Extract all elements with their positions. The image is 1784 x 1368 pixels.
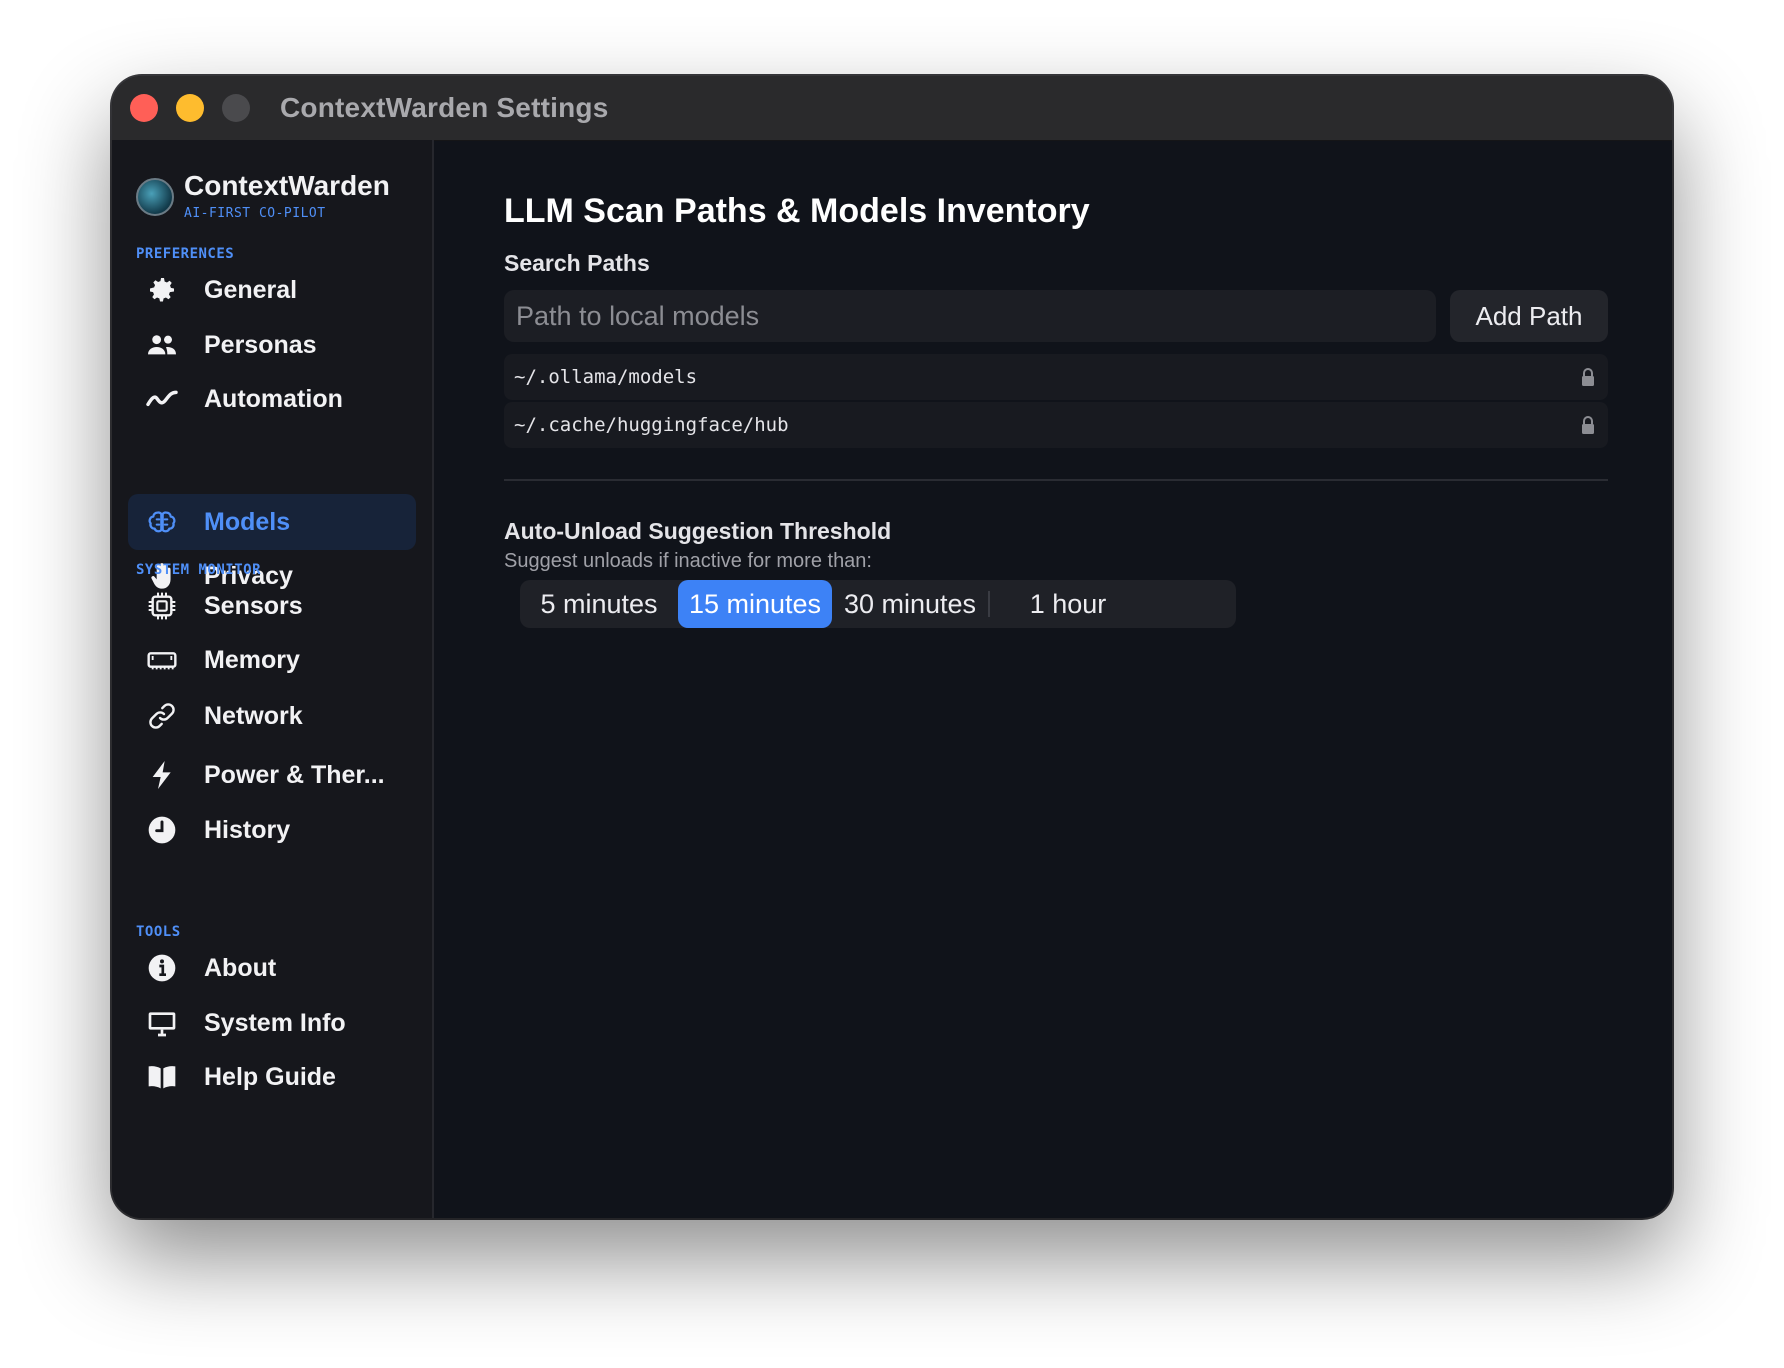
- memory-icon: [144, 642, 180, 678]
- chip-icon: [144, 588, 180, 624]
- sidebar-item-system-info[interactable]: System Info: [128, 995, 416, 1051]
- section-divider: [504, 479, 1608, 481]
- brand-name: ContextWarden: [184, 170, 390, 201]
- sidebar-item-about[interactable]: About: [128, 940, 416, 996]
- zoom-window-button[interactable]: [222, 94, 250, 122]
- section-system-monitor: SYSTEM MONITOR: [136, 562, 262, 578]
- path-text: ~/.cache/huggingface/hub: [514, 414, 789, 436]
- section-tools: TOOLS: [136, 924, 181, 940]
- minimize-window-button[interactable]: [176, 94, 204, 122]
- sidebar-item-label: Memory: [204, 645, 300, 674]
- main-content: LLM Scan Paths & Models Inventory Search…: [434, 140, 1672, 1218]
- threshold-option-15-minutes[interactable]: 15 minutes: [678, 580, 832, 628]
- sidebar-item-label: About: [204, 953, 277, 982]
- brain-icon: [144, 504, 180, 540]
- wave-icon: [144, 381, 180, 417]
- monitor-icon: [144, 1005, 180, 1041]
- sidebar: ContextWarden AI-FIRST CO-PILOT PREFEREN…: [112, 140, 434, 1218]
- lock-icon: [1582, 416, 1594, 434]
- sidebar-item-label: Automation: [204, 384, 343, 413]
- sidebar-item-personas[interactable]: Personas: [128, 317, 416, 373]
- brand-tagline: AI-FIRST CO-PILOT: [184, 206, 326, 221]
- path-row: ~/.cache/huggingface/hub: [504, 402, 1608, 448]
- sidebar-item-general[interactable]: General: [128, 262, 416, 318]
- sidebar-item-network[interactable]: Network: [128, 688, 416, 744]
- threshold-option-30-minutes[interactable]: 30 minutes: [832, 580, 988, 628]
- title-bar: ContextWarden Settings: [112, 76, 1672, 141]
- lock-icon: [1582, 368, 1594, 386]
- threshold-segmented-control: 5 minutes 15 minutes 30 minutes 1 hour: [520, 580, 1236, 628]
- sidebar-item-label: Sensors: [204, 591, 303, 620]
- path-input[interactable]: [504, 290, 1436, 342]
- people-icon: [144, 327, 180, 363]
- sidebar-item-label: Power & Ther...: [204, 760, 385, 789]
- section-preferences: PREFERENCES: [136, 246, 235, 262]
- threshold-option-1-hour[interactable]: 1 hour: [990, 580, 1146, 628]
- sidebar-item-automation[interactable]: Automation: [128, 371, 416, 427]
- settings-window: ContextWarden Settings ContextWarden AI-…: [112, 76, 1672, 1218]
- sidebar-item-help-guide[interactable]: Help Guide: [128, 1049, 416, 1105]
- sidebar-item-memory[interactable]: Memory: [128, 632, 416, 688]
- link-icon: [144, 698, 180, 734]
- sidebar-item-label: History: [204, 815, 291, 844]
- page-title: LLM Scan Paths & Models Inventory: [504, 192, 1090, 230]
- path-row: ~/.ollama/models: [504, 354, 1608, 400]
- clock-icon: [144, 812, 180, 848]
- sidebar-item-power-thermal[interactable]: Power & Ther...: [128, 747, 416, 803]
- sidebar-item-label: General: [204, 275, 298, 304]
- info-icon: [144, 950, 180, 986]
- bolt-icon: [144, 757, 180, 793]
- book-icon: [144, 1059, 180, 1095]
- sidebar-item-label: Help Guide: [204, 1062, 336, 1091]
- sidebar-item-sensors[interactable]: Sensors: [128, 578, 416, 634]
- sidebar-item-label: Network: [204, 701, 303, 730]
- threshold-heading: Auto-Unload Suggestion Threshold: [504, 518, 892, 544]
- window-title: ContextWarden Settings: [280, 92, 609, 123]
- sidebar-item-history[interactable]: History: [128, 802, 416, 858]
- threshold-hint: Suggest unloads if inactive for more tha…: [504, 550, 872, 572]
- search-paths-heading: Search Paths: [504, 250, 650, 276]
- sidebar-item-label: System Info: [204, 1008, 346, 1037]
- path-text: ~/.ollama/models: [514, 366, 698, 388]
- sidebar-item-label: Models: [204, 507, 291, 536]
- add-path-button[interactable]: Add Path: [1450, 290, 1608, 342]
- sidebar-item-label: Personas: [204, 330, 317, 359]
- threshold-option-5-minutes[interactable]: 5 minutes: [520, 580, 678, 628]
- gear-icon: [144, 272, 180, 308]
- sidebar-item-models[interactable]: Models: [128, 494, 416, 550]
- close-window-button[interactable]: [130, 94, 158, 122]
- brand-logo-icon: [136, 178, 174, 216]
